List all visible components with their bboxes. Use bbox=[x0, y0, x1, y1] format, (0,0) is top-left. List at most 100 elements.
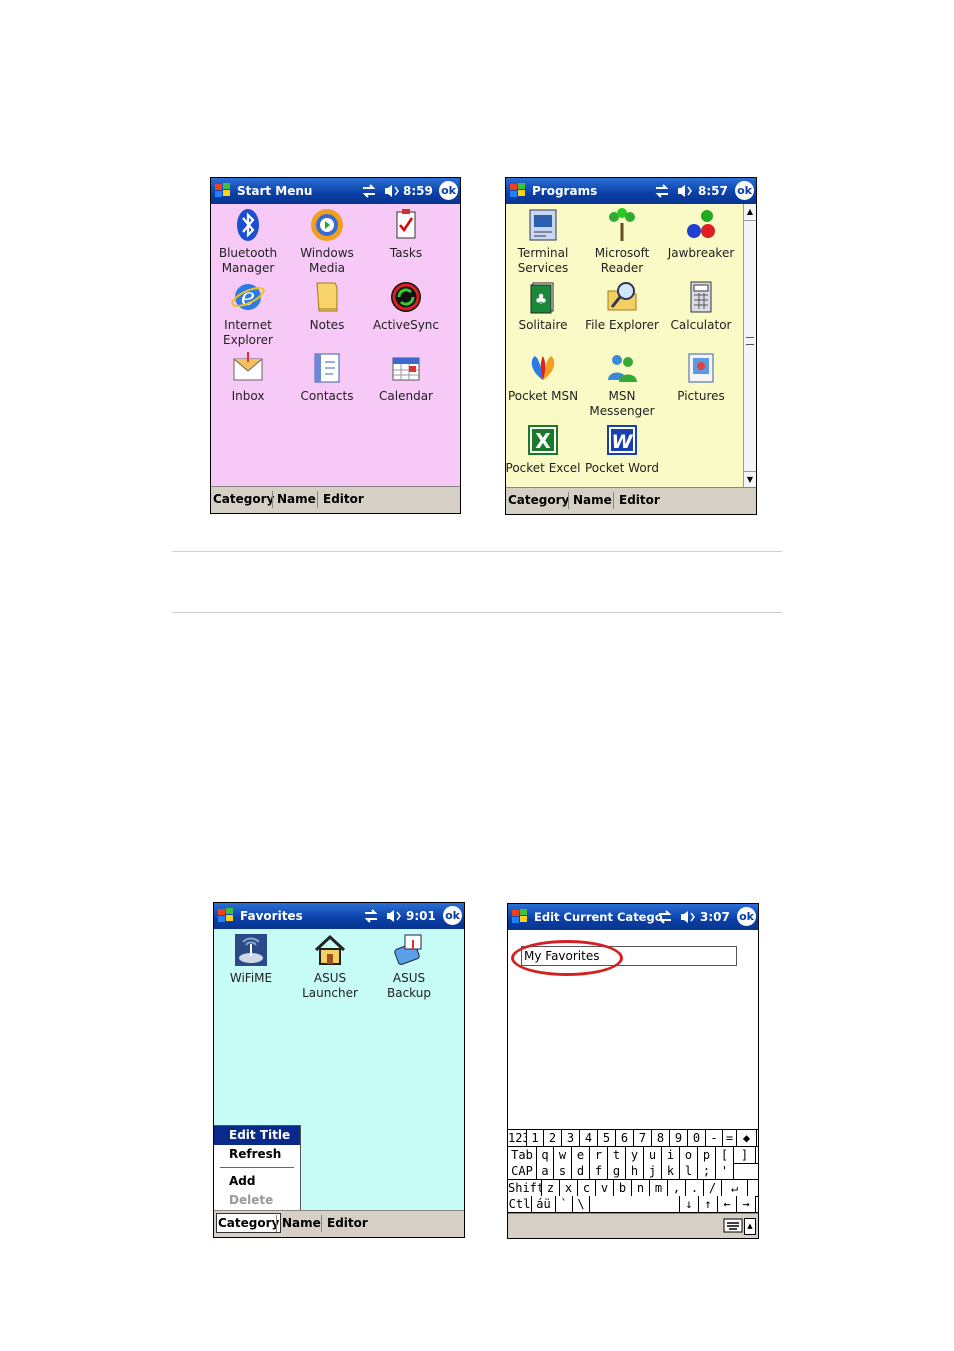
clock[interactable]: 9:01 bbox=[406, 909, 436, 923]
key[interactable]: CAP bbox=[508, 1163, 537, 1180]
connectivity-icon[interactable] bbox=[657, 908, 673, 926]
ok-button[interactable]: ok bbox=[737, 907, 756, 926]
key[interactable]: 8 bbox=[652, 1130, 670, 1146]
windows-start-icon[interactable] bbox=[509, 182, 527, 200]
key[interactable]: ← bbox=[718, 1196, 737, 1213]
ok-button[interactable]: ok bbox=[439, 181, 458, 200]
app-shortcut[interactable]: Notes bbox=[288, 279, 366, 333]
name-menu[interactable]: Name bbox=[573, 493, 612, 507]
key[interactable]: 5 bbox=[598, 1130, 616, 1146]
key[interactable]: / bbox=[704, 1179, 722, 1196]
key[interactable]: d bbox=[572, 1163, 590, 1180]
key[interactable]: Shift bbox=[508, 1179, 544, 1196]
scroll-thumb[interactable] bbox=[746, 337, 754, 345]
key[interactable]: h bbox=[626, 1163, 644, 1180]
key[interactable]: s bbox=[554, 1163, 572, 1180]
speaker-icon[interactable] bbox=[383, 183, 401, 199]
speaker-icon[interactable] bbox=[679, 909, 697, 925]
vertical-scrollbar[interactable]: ▲ ▼ bbox=[743, 204, 756, 488]
editor-menu[interactable]: Editor bbox=[327, 1216, 368, 1230]
key[interactable]: z bbox=[542, 1179, 560, 1196]
windows-start-icon[interactable] bbox=[217, 907, 235, 925]
app-shortcut[interactable]: Terminal Services bbox=[506, 207, 582, 276]
key[interactable]: c bbox=[578, 1179, 596, 1196]
key[interactable]: g bbox=[608, 1163, 626, 1180]
key[interactable]: u bbox=[644, 1146, 662, 1163]
key[interactable]: ↓ bbox=[680, 1196, 699, 1213]
app-shortcut[interactable]: WiFiME bbox=[214, 932, 290, 986]
key[interactable]: = bbox=[723, 1130, 737, 1146]
name-menu[interactable]: Name bbox=[277, 492, 316, 506]
app-shortcut[interactable]: Windows Media bbox=[288, 207, 366, 276]
key[interactable]: áü bbox=[532, 1196, 556, 1213]
app-shortcut[interactable]: Calculator bbox=[662, 279, 740, 333]
scroll-up-arrow-icon[interactable]: ▲ bbox=[744, 204, 756, 221]
key[interactable]: Tab bbox=[508, 1146, 537, 1163]
app-shortcut[interactable]: Calendar bbox=[367, 350, 445, 404]
app-shortcut[interactable]: Pictures bbox=[662, 350, 740, 404]
app-shortcut[interactable]: Tasks bbox=[367, 207, 445, 261]
key[interactable]: i bbox=[662, 1146, 680, 1163]
key[interactable]: 3 bbox=[562, 1130, 580, 1146]
scroll-down-arrow-icon[interactable]: ▼ bbox=[744, 471, 756, 488]
key[interactable]: , bbox=[668, 1179, 686, 1196]
app-shortcut[interactable]: e Internet Explorer bbox=[211, 279, 287, 348]
app-shortcut[interactable]: ♣ Solitaire bbox=[506, 279, 582, 333]
menu-item-add[interactable]: Add bbox=[214, 1172, 300, 1191]
key[interactable]: o bbox=[680, 1146, 698, 1163]
menu-item-refresh[interactable]: Refresh bbox=[214, 1145, 300, 1164]
ok-button[interactable]: ok bbox=[735, 181, 754, 200]
key[interactable]: → bbox=[737, 1196, 756, 1213]
category-menu[interactable]: Category bbox=[213, 492, 274, 506]
name-menu[interactable]: Name bbox=[282, 1216, 321, 1230]
key[interactable]: e bbox=[572, 1146, 590, 1163]
clock[interactable]: 8:59 bbox=[403, 184, 433, 198]
key[interactable]: [ bbox=[716, 1146, 734, 1163]
key[interactable]: 7 bbox=[634, 1130, 652, 1146]
key[interactable]: b bbox=[614, 1179, 632, 1196]
key[interactable]: \ bbox=[573, 1196, 590, 1213]
key[interactable]: ] bbox=[734, 1146, 756, 1163]
ok-button[interactable]: ok bbox=[443, 906, 462, 925]
key[interactable]: Ctl bbox=[508, 1196, 532, 1213]
app-shortcut[interactable]: File Explorer bbox=[583, 279, 661, 333]
key[interactable]: q bbox=[537, 1146, 554, 1163]
app-shortcut[interactable]: Contacts bbox=[288, 350, 366, 404]
input-method-arrow-icon[interactable]: ▲ bbox=[744, 1218, 756, 1235]
app-shortcut[interactable]: Microsoft Reader bbox=[583, 207, 661, 276]
key[interactable]: . bbox=[686, 1179, 704, 1196]
speaker-icon[interactable] bbox=[385, 908, 403, 924]
app-shortcut[interactable]: X Pocket Excel bbox=[506, 422, 582, 476]
key[interactable]: j bbox=[644, 1163, 662, 1180]
key[interactable]: 9 bbox=[670, 1130, 688, 1146]
key[interactable]: r bbox=[590, 1146, 608, 1163]
key[interactable]: y bbox=[626, 1146, 644, 1163]
key[interactable]: 6 bbox=[616, 1130, 634, 1146]
app-shortcut[interactable]: Inbox bbox=[211, 350, 287, 404]
editor-menu[interactable]: Editor bbox=[619, 493, 660, 507]
key[interactable]: a bbox=[537, 1163, 554, 1180]
app-shortcut[interactable]: Jawbreaker bbox=[662, 207, 740, 261]
key[interactable]: n bbox=[632, 1179, 650, 1196]
key[interactable]: ↵ bbox=[722, 1179, 748, 1196]
key[interactable]: ; bbox=[698, 1163, 716, 1180]
windows-start-icon[interactable] bbox=[214, 182, 232, 200]
key[interactable]: p bbox=[698, 1146, 716, 1163]
key[interactable]: k bbox=[662, 1163, 680, 1180]
windows-start-icon[interactable] bbox=[511, 908, 529, 926]
connectivity-icon[interactable] bbox=[361, 182, 377, 200]
clock[interactable]: 3:07 bbox=[700, 910, 730, 924]
key[interactable]: ' bbox=[716, 1163, 734, 1180]
key[interactable]: 2 bbox=[544, 1130, 562, 1146]
key[interactable]: ` bbox=[556, 1196, 573, 1213]
key[interactable]: t bbox=[608, 1146, 626, 1163]
category-menu[interactable]: Category bbox=[508, 493, 569, 507]
key[interactable]: 123 bbox=[508, 1130, 530, 1146]
menu-item-edit-title[interactable]: Edit Title bbox=[214, 1126, 300, 1145]
key[interactable]: 1 bbox=[527, 1130, 544, 1146]
editor-menu[interactable]: Editor bbox=[323, 492, 364, 506]
key[interactable]: ◆ bbox=[737, 1130, 757, 1146]
key[interactable]: x bbox=[560, 1179, 578, 1196]
keyboard-toggle-icon[interactable] bbox=[723, 1218, 743, 1233]
key[interactable]: - bbox=[706, 1130, 723, 1146]
